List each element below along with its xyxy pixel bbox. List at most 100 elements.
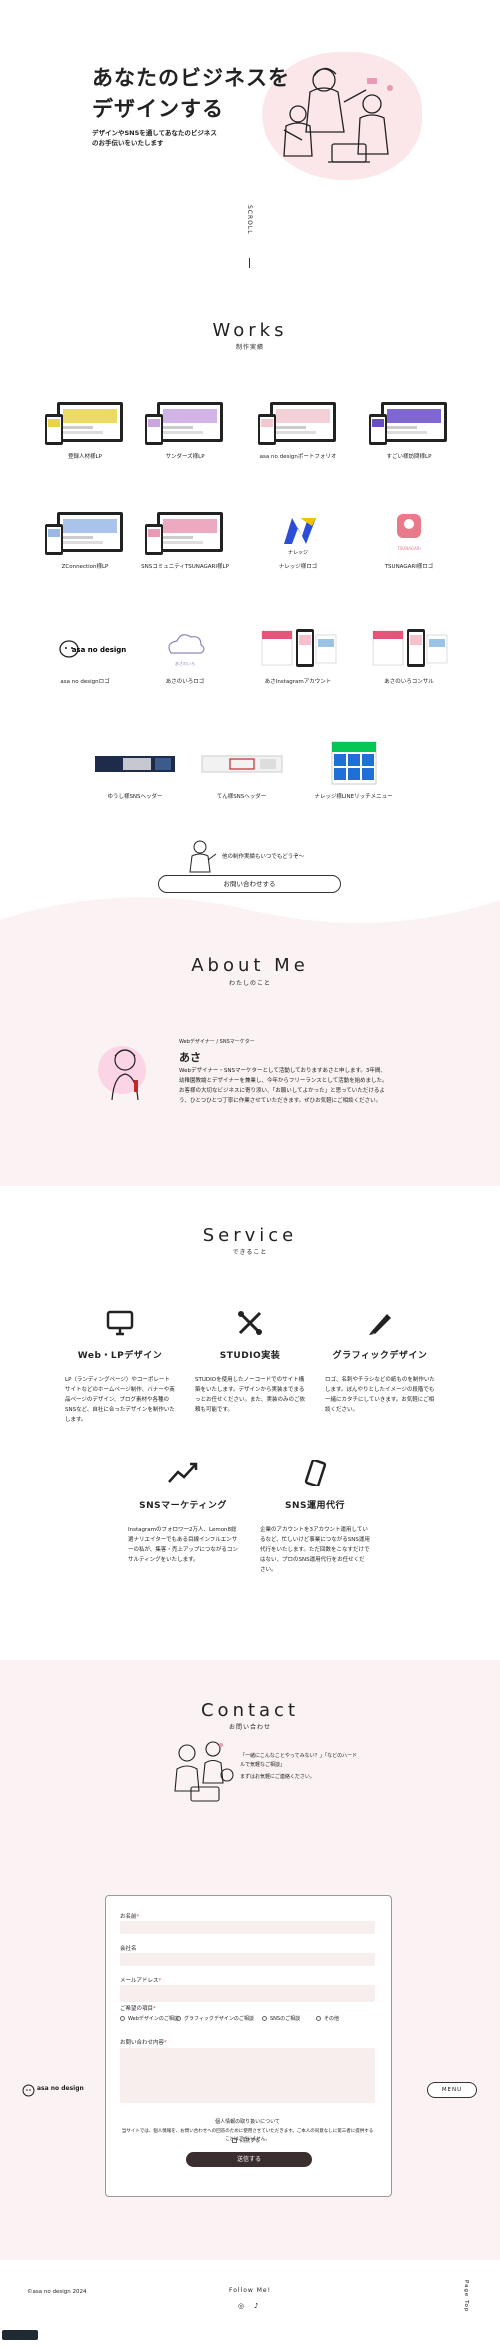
brand-logo-icon (22, 2082, 35, 2097)
monitor-icon (106, 1310, 134, 1336)
work-item[interactable]: 登録人材様LP (35, 400, 135, 460)
phone-field[interactable] (120, 1997, 375, 2002)
work-caption: ナレッジ様ロゴ (278, 564, 318, 570)
field-label: 会社名 (120, 1946, 137, 1952)
work-thumbnail: asa no design (43, 625, 127, 671)
work-item[interactable]: あさのいろコンサル (359, 625, 459, 685)
work-item[interactable]: ゆうし様SNSヘッダー (85, 740, 185, 800)
corner-badge (2, 2330, 38, 2340)
copyright: ©asa no design 2024 (27, 2289, 87, 2295)
work-caption: ZConnection様LP (61, 564, 109, 570)
radio-button[interactable] (176, 2016, 181, 2021)
work-item[interactable]: asa no designポートフォリオ (248, 400, 348, 460)
work-item[interactable]: ナレッジ ナレッジ様ロゴ (248, 510, 348, 570)
work-thumbnail (367, 400, 451, 446)
instagram-icon[interactable]: ◎ (238, 2302, 244, 2310)
contact-bubble-1: 「一緒にこんなことやってみない？」「などのハードルで気軽なご相談」 (240, 1753, 358, 1768)
service-sns-marketing: SNSマーケティング Instagramのフォロワー2万人、Lemon8総選ナリ… (128, 1460, 238, 1565)
cta-note: 他の制作実績もいつでもどうぞ〜 (222, 854, 305, 860)
menu-button[interactable]: MENU (427, 2082, 477, 2098)
page-top-link[interactable]: Page Top (463, 2280, 469, 2312)
service-desc-sns-marketing: Instagramのフォロワー2万人、Lemon8総選ナリエイターでもある目線イ… (128, 1527, 238, 1563)
service-title-sns-marketing: SNSマーケティング (139, 1501, 227, 1511)
contact-illustration (174, 1741, 234, 1802)
radio-button[interactable] (120, 2016, 125, 2021)
work-caption: ナレッジ様LINEリッチメニュー (314, 794, 393, 800)
work-caption: SNSコミュニティTSUNAGARI様LP (141, 564, 229, 570)
avatar (111, 1049, 139, 1101)
phone-icon (304, 1459, 327, 1488)
work-caption: asa no designロゴ (60, 679, 110, 685)
work-item[interactable]: TSUNAGARI TSUNAGARI様ロゴ (359, 510, 459, 570)
work-item[interactable]: すごい様訪問様LP (359, 400, 459, 460)
work-item[interactable]: asa no design asa no designロゴ (35, 625, 135, 685)
agree-checkbox[interactable] (232, 2138, 237, 2143)
request-option[interactable]: その他 (316, 2015, 339, 2022)
pen-icon (369, 1314, 391, 1335)
text-field[interactable] (120, 1953, 375, 1966)
field-label: お名前* (120, 1914, 140, 1920)
radio-button[interactable] (262, 2016, 267, 2021)
option-label: グラフィックデザインのご相談 (184, 2016, 254, 2022)
scroll-indicator-line (249, 258, 250, 268)
contact-bubble-2: まずはお気軽にご連絡ください。 (240, 1774, 315, 1780)
work-thumbnail (143, 400, 227, 446)
work-caption: 登録人材様LP (68, 454, 102, 460)
about-role: Webデザイナー / SNSマーケター (179, 1039, 255, 1045)
request-option[interactable]: グラフィックデザインのご相談 (176, 2015, 254, 2022)
work-thumbnail (312, 740, 396, 786)
work-thumbnail (256, 625, 340, 671)
work-thumbnail: TSUNAGARI (367, 510, 451, 556)
privacy-title: 個人情報の取り扱いについて (215, 2119, 280, 2125)
work-caption: TSUNAGARI様ロゴ (384, 564, 434, 570)
brand-logo-text[interactable]: asa no design (37, 2085, 84, 2092)
service-title-web: Web・LPデザイン (77, 1351, 163, 1361)
service-graphic: グラフィックデザイン ロゴ、名刺やチラシなどの紙ものを制作いたします。ぼんやりと… (325, 1310, 435, 1415)
hero-title: あなたのビジネスを デザインする (92, 66, 290, 121)
work-item[interactable]: てん様SNSヘッダー (192, 740, 292, 800)
works-subtitle: 制作実績 (235, 344, 264, 351)
work-thumbnail (43, 510, 127, 556)
request-option[interactable]: Webデザインのご相談 (120, 2015, 179, 2022)
work-thumbnail: ナレッジ (256, 510, 340, 556)
option-label: その他 (324, 2016, 340, 2022)
work-item[interactable]: あさのいろ あさのいろロゴ (135, 625, 235, 685)
work-thumbnail (93, 740, 177, 786)
service-title-sns-operation: SNS運用代行 (285, 1501, 345, 1511)
message-textarea[interactable] (120, 2048, 375, 2103)
service-desc-web: LP（ランディングページ）やコーポレートサイトなどのホームページ制作、バナーや商… (65, 1377, 175, 1423)
svg-text:asa no design: asa no design (72, 646, 127, 654)
svg-text:ナレッジ: ナレッジ (288, 550, 308, 556)
radio-button[interactable] (316, 2016, 321, 2021)
work-caption: てん様SNSヘッダー (216, 794, 267, 800)
option-label: Webデザインのご相談 (128, 2016, 179, 2022)
chart-icon (168, 1462, 198, 1483)
field-label: メールアドレス* (120, 1978, 162, 1984)
contact-title: Contact (200, 1700, 300, 1721)
request-option[interactable]: SNSのご相談 (262, 2015, 300, 2022)
scroll-indicator-label: SCROLL (246, 205, 253, 235)
service-title: Service (202, 1225, 298, 1246)
service-title-studio: STUDIO実装 (219, 1351, 281, 1361)
work-thumbnail (143, 510, 227, 556)
submit-button[interactable]: 送信する (186, 2152, 312, 2167)
works-title: Works (212, 320, 288, 341)
message-label: お問い合わせ内容* (120, 2040, 167, 2046)
hero-illustration (283, 67, 393, 163)
service-subtitle: できること (232, 1249, 268, 1256)
work-caption: すごい様訪問様LP (386, 454, 432, 460)
text-field[interactable] (120, 1921, 375, 1934)
about-subtitle: わたしのこと (228, 980, 271, 987)
work-thumbnail (200, 740, 284, 786)
work-item[interactable]: あさInstagramアカウント (248, 625, 348, 685)
work-item[interactable]: ZConnection様LP (35, 510, 135, 570)
work-item[interactable]: SNSコミュニティTSUNAGARI様LP (135, 510, 235, 570)
work-item[interactable]: サンダーズ様LP (135, 400, 235, 460)
service-desc-graphic: ロゴ、名刺やチラシなどの紙ものを制作いたします。ぼんやりとしたイメージの段階でも… (325, 1377, 435, 1413)
about-name: あさ (179, 1051, 201, 1064)
service-sns-operation: SNS運用代行 企業のアカウントを3アカウント運用しているなど、忙しいけど事業に… (260, 1459, 370, 1575)
work-caption: サンダーズ様LP (165, 454, 205, 460)
tiktok-icon[interactable]: ♪ (254, 2302, 258, 2310)
hero-subtitle: デザインやSNSを通してあなたのビジネスのお手伝いをいたします (92, 129, 217, 147)
work-item[interactable]: ナレッジ様LINEリッチメニュー (304, 740, 404, 800)
